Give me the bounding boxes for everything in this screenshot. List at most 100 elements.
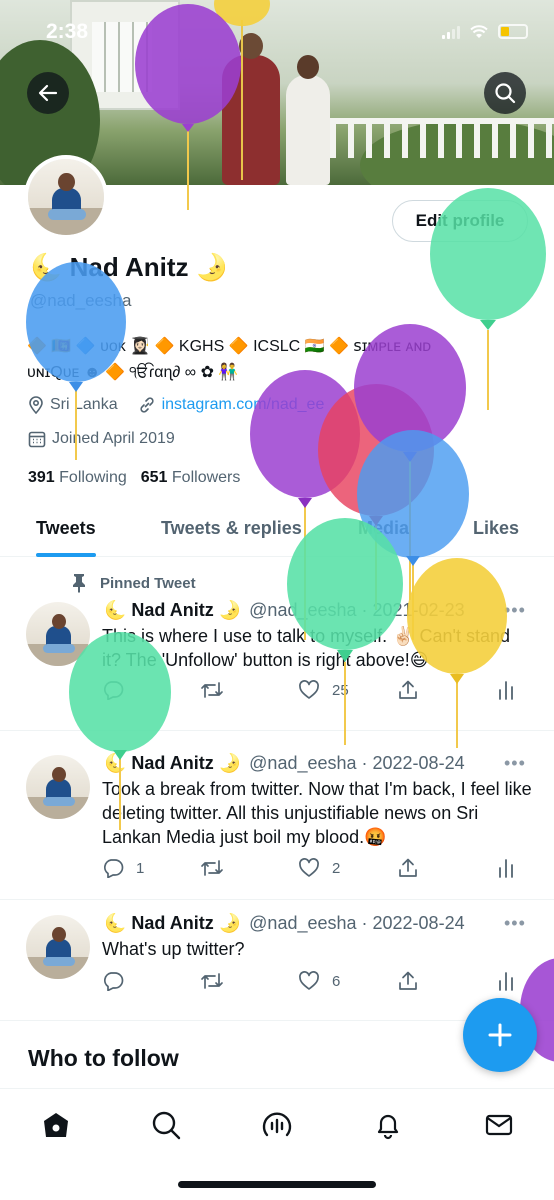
share-icon bbox=[399, 971, 417, 990]
nav-search[interactable] bbox=[148, 1107, 184, 1143]
banner-person-decor bbox=[286, 55, 330, 185]
tab-likes[interactable]: Likes bbox=[473, 500, 519, 557]
tweet-header: 🌜 Nad Anitz 🌛 @nad_eesha · 2022-08-24 bbox=[104, 753, 465, 774]
like-button[interactable]: 25 bbox=[298, 680, 349, 700]
tweet-divider bbox=[0, 730, 554, 731]
banner-person-decor bbox=[222, 33, 280, 185]
followers-label: Followers bbox=[171, 469, 241, 486]
share-button[interactable] bbox=[398, 971, 418, 991]
edit-profile-button[interactable]: Edit profile bbox=[392, 200, 528, 242]
website-item[interactable]: instagram.com/nad_ee bbox=[138, 396, 325, 414]
search-icon bbox=[152, 1111, 181, 1140]
joined-text: Joined April 2019 bbox=[52, 430, 175, 447]
location-text: Sri Lanka bbox=[50, 396, 118, 413]
website-link[interactable]: instagram.com/nad_ee bbox=[162, 396, 325, 414]
tweet-header: 🌜 Nad Anitz 🌛 @nad_eesha · 2022-08-24 bbox=[104, 913, 465, 934]
status-time: 2:38 bbox=[46, 20, 89, 43]
share-button[interactable] bbox=[398, 858, 418, 878]
tab-tweets[interactable]: Tweets bbox=[36, 500, 96, 557]
tweet-text: Took a break from twitter. Now that I'm … bbox=[102, 779, 532, 847]
profile-avatar[interactable] bbox=[24, 155, 108, 239]
home-indicator[interactable] bbox=[178, 1181, 376, 1188]
more-options-button[interactable]: ••• bbox=[504, 753, 526, 774]
tweet-avatar[interactable] bbox=[26, 755, 90, 819]
profile-bio: 🔶 🇱🇰 🔷 ᴜᴏᴋ 👩🏻‍🎓 🔶 KGHS 🔶 ICSLC 🇮🇳 🔶 ꜱɪᴍᴘ… bbox=[27, 334, 532, 386]
analytics-button[interactable] bbox=[498, 680, 514, 700]
retweet-icon bbox=[201, 682, 223, 698]
reply-button[interactable] bbox=[102, 971, 136, 991]
reply-count: 1 bbox=[136, 859, 145, 877]
share-icon bbox=[399, 680, 417, 699]
tweet-actions: 1 2 bbox=[102, 858, 522, 882]
retweet-button[interactable] bbox=[200, 680, 236, 700]
tab-tweets-replies[interactable]: Tweets & replies bbox=[161, 500, 302, 557]
calendar-icon bbox=[28, 431, 46, 448]
nav-spaces[interactable] bbox=[259, 1107, 295, 1143]
following-link[interactable]: 391 Following bbox=[28, 469, 127, 487]
reply-button[interactable] bbox=[102, 680, 136, 700]
bio-line: 🔶 🇱🇰 🔷 ᴜᴏᴋ 👩🏻‍🎓 🔶 KGHS 🔶 ICSLC 🇮🇳 🔶 ꜱɪᴍᴘ… bbox=[27, 338, 432, 355]
retweet-button[interactable] bbox=[200, 971, 236, 991]
retweet-icon bbox=[201, 860, 223, 876]
analytics-icon bbox=[499, 859, 513, 878]
pinned-label: Pinned Tweet bbox=[100, 574, 196, 592]
balloon-decor bbox=[318, 384, 434, 610]
nav-home[interactable] bbox=[38, 1107, 74, 1143]
battery-icon bbox=[498, 24, 528, 39]
bio-line: ᴜɴɪQᴜᴇ ☻ 🔶 ੴɾαɳ∂ ∞ ✿ 👫 bbox=[27, 364, 239, 381]
tweet-actions: 6 bbox=[102, 971, 522, 995]
who-to-follow-heading: Who to follow bbox=[28, 1045, 179, 1071]
nav-messages[interactable] bbox=[481, 1107, 517, 1143]
messages-icon bbox=[485, 1114, 513, 1136]
reply-icon bbox=[104, 972, 124, 991]
profile-handle: @nad_eesha bbox=[30, 291, 132, 310]
tweet-header: 🌜 Nad Anitz 🌛 @nad_eesha · 2021-02-23 bbox=[104, 600, 465, 621]
tweet-author-name[interactable]: 🌜 Nad Anitz 🌛 bbox=[104, 913, 241, 934]
more-options-button[interactable]: ••• bbox=[504, 913, 526, 934]
spaces-icon bbox=[262, 1112, 292, 1137]
banner-fence-decor bbox=[330, 118, 554, 158]
share-button[interactable] bbox=[398, 680, 418, 700]
like-button[interactable]: 2 bbox=[298, 858, 340, 878]
avatar-image bbox=[28, 159, 104, 235]
notifications-icon bbox=[377, 1114, 399, 1140]
reply-icon bbox=[104, 681, 124, 700]
profile-tabs: Tweets Tweets & replies Media Likes bbox=[0, 500, 554, 557]
tweet-author-name[interactable]: 🌜 Nad Anitz 🌛 bbox=[104, 600, 241, 621]
signal-icon bbox=[442, 25, 460, 39]
more-options-button[interactable]: ••• bbox=[504, 600, 526, 621]
retweet-button[interactable] bbox=[200, 858, 236, 878]
compose-tweet-button[interactable] bbox=[463, 998, 537, 1072]
like-count: 25 bbox=[332, 681, 349, 699]
wifi-icon bbox=[470, 24, 488, 38]
share-icon bbox=[399, 858, 417, 877]
retweet-icon bbox=[201, 973, 223, 989]
tweet-avatar[interactable] bbox=[26, 602, 90, 666]
tweet-text: This is where I use to talk to myself. ✌… bbox=[102, 626, 511, 670]
tweet-avatar[interactable] bbox=[26, 915, 90, 979]
reply-button[interactable]: 1 bbox=[102, 858, 144, 878]
analytics-icon bbox=[499, 681, 513, 700]
like-button[interactable]: 6 bbox=[298, 971, 340, 991]
nav-notifications[interactable] bbox=[370, 1107, 406, 1143]
back-button[interactable] bbox=[27, 72, 69, 114]
joined-date: Joined April 2019 bbox=[28, 430, 175, 448]
pin-icon bbox=[73, 574, 85, 593]
search-icon bbox=[495, 83, 516, 104]
profile-screen: 2:38 Edit profile 🌜 Nad Anitz 🌛 @nad_ees… bbox=[0, 0, 554, 1200]
followers-link[interactable]: 651 Followers bbox=[141, 469, 241, 487]
search-button[interactable] bbox=[484, 72, 526, 114]
like-icon bbox=[299, 971, 319, 990]
analytics-button[interactable] bbox=[498, 858, 514, 878]
like-count: 2 bbox=[332, 859, 341, 877]
reply-icon bbox=[104, 859, 124, 878]
analytics-button[interactable] bbox=[498, 971, 514, 991]
tweet-text: What's up twitter? bbox=[102, 939, 245, 959]
tweet-author-name[interactable]: 🌜 Nad Anitz 🌛 bbox=[104, 753, 241, 774]
like-icon bbox=[299, 680, 319, 699]
tab-media[interactable]: Media bbox=[358, 500, 409, 557]
tweet-actions: 25 bbox=[102, 680, 522, 704]
home-icon bbox=[44, 1113, 68, 1137]
follow-counts: 391 Following 651 Followers bbox=[28, 469, 240, 487]
location-item: Sri Lanka bbox=[28, 396, 118, 414]
